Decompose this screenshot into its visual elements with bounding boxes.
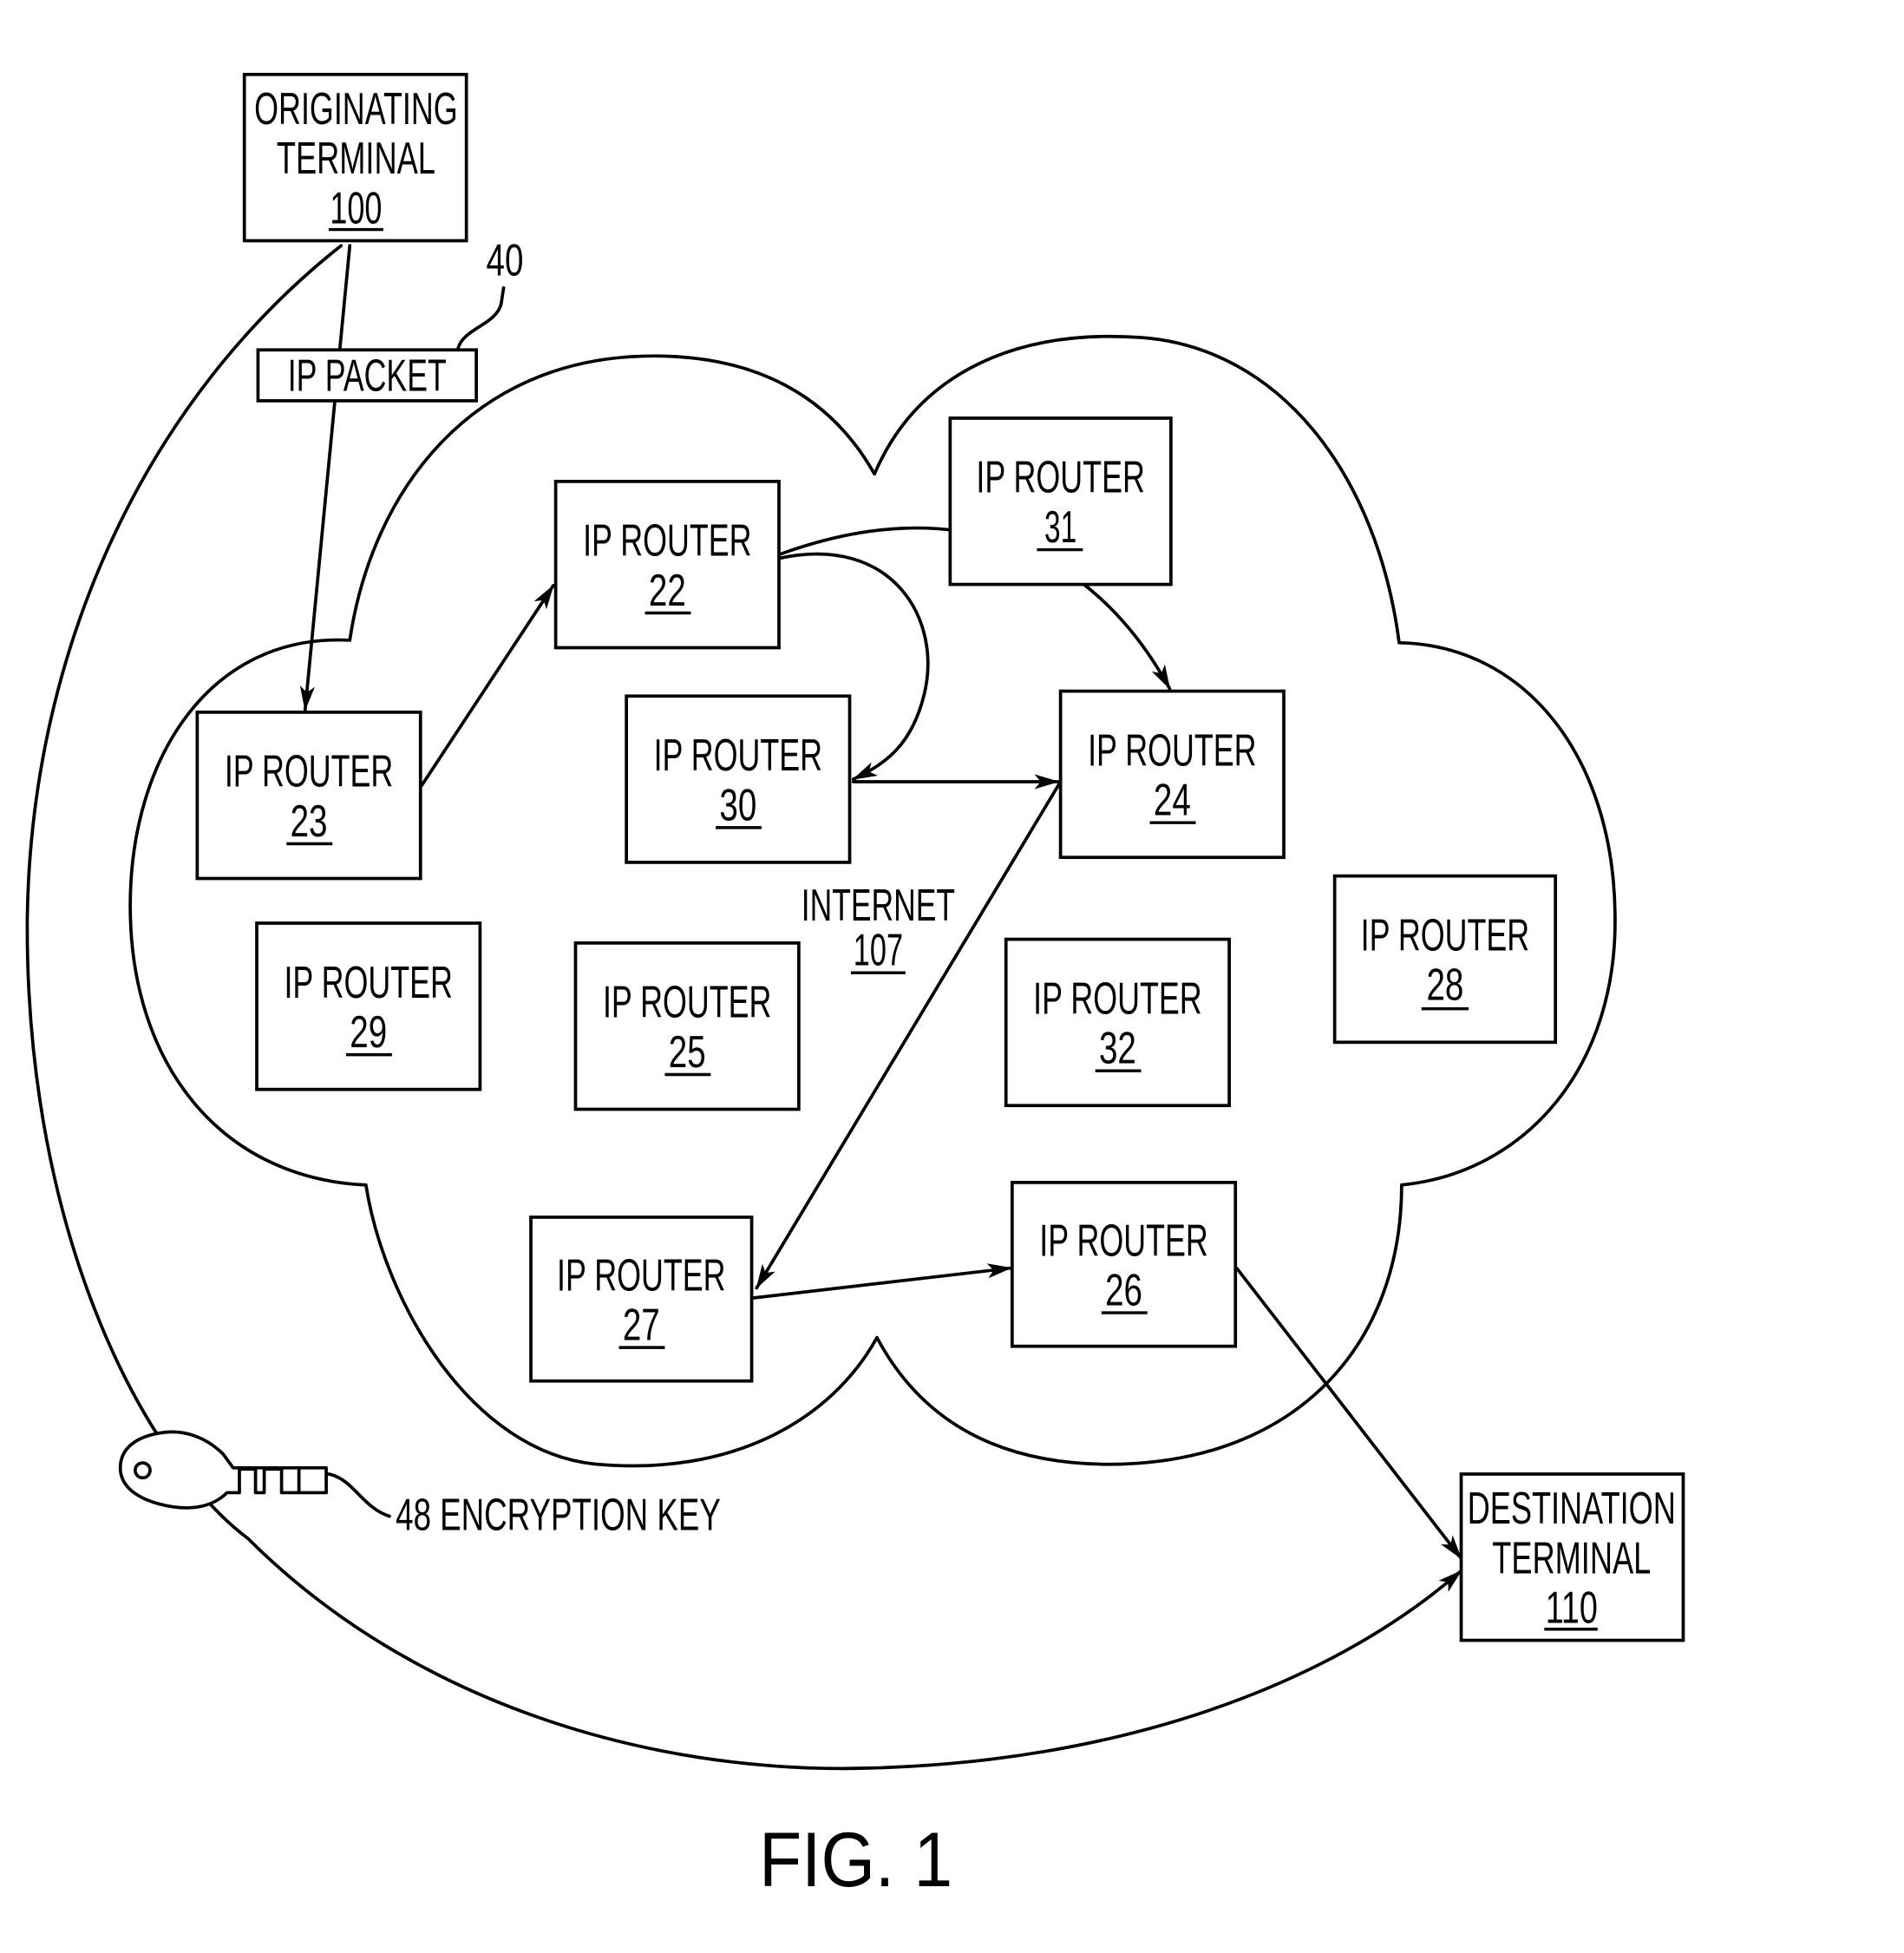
- destination-terminal[interactable]: DESTINATION TERMINAL 110: [1459, 1472, 1685, 1642]
- ip-router-23[interactable]: IP ROUTER 23: [195, 711, 422, 881]
- destination-terminal-ref: 110: [1546, 1583, 1598, 1633]
- router-ref: 26: [1105, 1264, 1142, 1314]
- router-ref: 32: [1099, 1023, 1136, 1073]
- ip-router-26[interactable]: IP ROUTER 26: [1010, 1181, 1238, 1348]
- router-label: IP ROUTER: [603, 977, 771, 1027]
- ip-router-31[interactable]: IP ROUTER 31: [948, 416, 1173, 587]
- path-23-22: [420, 584, 555, 788]
- destination-terminal-line1: DESTINATION: [1468, 1483, 1676, 1533]
- router-label: IP ROUTER: [1088, 724, 1256, 775]
- ip-router-24[interactable]: IP ROUTER 24: [1058, 689, 1286, 860]
- ip-packet[interactable]: IP PACKET: [256, 348, 478, 403]
- ip-router-32[interactable]: IP ROUTER 32: [1004, 937, 1231, 1108]
- ip-router-29[interactable]: IP ROUTER 29: [255, 921, 482, 1091]
- ip-packet-label: IP PACKET: [288, 350, 447, 400]
- router-label: IP ROUTER: [583, 515, 751, 566]
- ip-packet-ref: 40: [487, 234, 524, 285]
- router-label: IP ROUTER: [225, 746, 393, 796]
- router-label: IP ROUTER: [654, 730, 822, 780]
- originating-terminal-line2: TERMINAL: [277, 133, 435, 183]
- figure-caption: FIG. 1: [759, 1817, 952, 1903]
- router-label: IP ROUTER: [557, 1249, 725, 1300]
- router-label: IP ROUTER: [1361, 909, 1529, 960]
- router-ref: 30: [719, 779, 756, 829]
- ip-router-22[interactable]: IP ROUTER 22: [553, 480, 781, 650]
- key-leader: [327, 1472, 391, 1518]
- path-26-110: [1234, 1266, 1463, 1561]
- destination-terminal-line2: TERMINAL: [1492, 1532, 1651, 1583]
- originating-terminal-ref: 100: [330, 182, 382, 233]
- router-ref: 25: [669, 1026, 706, 1077]
- ip-router-25[interactable]: IP ROUTER 25: [573, 941, 801, 1111]
- router-label: IP ROUTER: [284, 957, 452, 1007]
- key-icon: [118, 1430, 328, 1510]
- router-ref: 28: [1426, 960, 1463, 1010]
- router-ref: 29: [350, 1006, 387, 1057]
- router-ref: 23: [291, 796, 328, 846]
- internet-label: INTERNET: [802, 880, 955, 930]
- ip-router-27[interactable]: IP ROUTER 27: [529, 1216, 754, 1383]
- ip-packet-leader: [455, 285, 506, 352]
- ip-router-28[interactable]: IP ROUTER 28: [1332, 874, 1558, 1045]
- network-diagram: ORIGINATING TERMINAL 100 IP PACKET 40 IP…: [25, 72, 1685, 1903]
- router-ref: 27: [623, 1300, 660, 1350]
- path-27-26: [752, 1263, 1013, 1300]
- ip-router-30[interactable]: IP ROUTER 30: [625, 694, 852, 864]
- router-label: IP ROUTER: [1033, 973, 1201, 1023]
- originating-terminal[interactable]: ORIGINATING TERMINAL 100: [242, 72, 468, 243]
- router-ref: 22: [649, 565, 686, 615]
- originating-terminal-line1: ORIGINATING: [254, 83, 458, 134]
- router-ref: 31: [1044, 501, 1076, 552]
- encryption-key-label: 48 ENCRYPTION KEY: [396, 1489, 721, 1539]
- router-label: IP ROUTER: [1039, 1215, 1207, 1265]
- internet-ref: 107: [854, 925, 903, 975]
- router-ref: 24: [1154, 775, 1191, 825]
- router-label: IP ROUTER: [976, 452, 1144, 502]
